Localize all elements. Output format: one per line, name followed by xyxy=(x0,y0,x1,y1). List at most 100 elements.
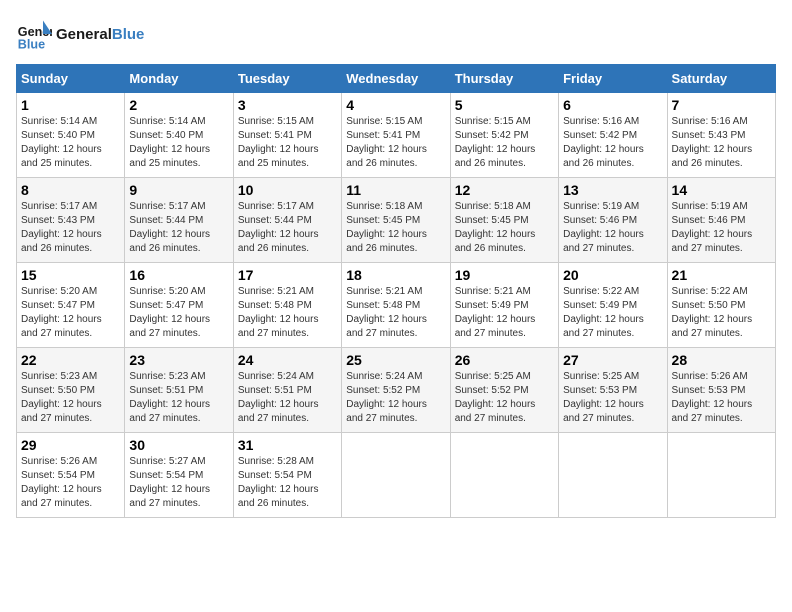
day-cell: 4 Sunrise: 5:15 AM Sunset: 5:41 PM Dayli… xyxy=(342,93,450,178)
day-number: 11 xyxy=(346,182,445,198)
day-number: 14 xyxy=(672,182,771,198)
day-cell: 1 Sunrise: 5:14 AM Sunset: 5:40 PM Dayli… xyxy=(17,93,125,178)
day-cell: 3 Sunrise: 5:15 AM Sunset: 5:41 PM Dayli… xyxy=(233,93,341,178)
day-info: Sunrise: 5:19 AM Sunset: 5:46 PM Dayligh… xyxy=(563,200,662,256)
day-info: Sunrise: 5:26 AM Sunset: 5:53 PM Dayligh… xyxy=(672,370,771,426)
day-info: Sunrise: 5:21 AM Sunset: 5:49 PM Dayligh… xyxy=(455,285,554,341)
day-info: Sunrise: 5:21 AM Sunset: 5:48 PM Dayligh… xyxy=(238,285,337,341)
day-number: 24 xyxy=(238,352,337,368)
week-row-4: 22 Sunrise: 5:23 AM Sunset: 5:50 PM Dayl… xyxy=(17,348,776,433)
day-number: 1 xyxy=(21,97,120,113)
day-info: Sunrise: 5:23 AM Sunset: 5:50 PM Dayligh… xyxy=(21,370,120,426)
day-info: Sunrise: 5:14 AM Sunset: 5:40 PM Dayligh… xyxy=(129,115,228,171)
day-number: 13 xyxy=(563,182,662,198)
day-cell: 13 Sunrise: 5:19 AM Sunset: 5:46 PM Dayl… xyxy=(559,178,667,263)
day-cell xyxy=(667,433,775,518)
day-number: 8 xyxy=(21,182,120,198)
week-row-1: 1 Sunrise: 5:14 AM Sunset: 5:40 PM Dayli… xyxy=(17,93,776,178)
day-number: 20 xyxy=(563,267,662,283)
day-number: 9 xyxy=(129,182,228,198)
day-cell: 25 Sunrise: 5:24 AM Sunset: 5:52 PM Dayl… xyxy=(342,348,450,433)
day-number: 5 xyxy=(455,97,554,113)
weekday-header-friday: Friday xyxy=(559,65,667,93)
day-info: Sunrise: 5:17 AM Sunset: 5:43 PM Dayligh… xyxy=(21,200,120,256)
day-number: 7 xyxy=(672,97,771,113)
day-info: Sunrise: 5:16 AM Sunset: 5:42 PM Dayligh… xyxy=(563,115,662,171)
day-cell: 27 Sunrise: 5:25 AM Sunset: 5:53 PM Dayl… xyxy=(559,348,667,433)
day-number: 29 xyxy=(21,437,120,453)
day-info: Sunrise: 5:16 AM Sunset: 5:43 PM Dayligh… xyxy=(672,115,771,171)
day-cell: 15 Sunrise: 5:20 AM Sunset: 5:47 PM Dayl… xyxy=(17,263,125,348)
day-info: Sunrise: 5:14 AM Sunset: 5:40 PM Dayligh… xyxy=(21,115,120,171)
day-info: Sunrise: 5:18 AM Sunset: 5:45 PM Dayligh… xyxy=(346,200,445,256)
day-info: Sunrise: 5:22 AM Sunset: 5:49 PM Dayligh… xyxy=(563,285,662,341)
day-cell: 26 Sunrise: 5:25 AM Sunset: 5:52 PM Dayl… xyxy=(450,348,558,433)
day-cell: 8 Sunrise: 5:17 AM Sunset: 5:43 PM Dayli… xyxy=(17,178,125,263)
day-cell xyxy=(342,433,450,518)
day-number: 26 xyxy=(455,352,554,368)
day-cell: 21 Sunrise: 5:22 AM Sunset: 5:50 PM Dayl… xyxy=(667,263,775,348)
day-number: 16 xyxy=(129,267,228,283)
day-cell: 20 Sunrise: 5:22 AM Sunset: 5:49 PM Dayl… xyxy=(559,263,667,348)
day-cell: 19 Sunrise: 5:21 AM Sunset: 5:49 PM Dayl… xyxy=(450,263,558,348)
day-number: 30 xyxy=(129,437,228,453)
day-info: Sunrise: 5:24 AM Sunset: 5:52 PM Dayligh… xyxy=(346,370,445,426)
day-cell: 22 Sunrise: 5:23 AM Sunset: 5:50 PM Dayl… xyxy=(17,348,125,433)
day-cell: 31 Sunrise: 5:28 AM Sunset: 5:54 PM Dayl… xyxy=(233,433,341,518)
calendar-body: 1 Sunrise: 5:14 AM Sunset: 5:40 PM Dayli… xyxy=(17,93,776,518)
day-info: Sunrise: 5:22 AM Sunset: 5:50 PM Dayligh… xyxy=(672,285,771,341)
day-info: Sunrise: 5:24 AM Sunset: 5:51 PM Dayligh… xyxy=(238,370,337,426)
day-cell: 16 Sunrise: 5:20 AM Sunset: 5:47 PM Dayl… xyxy=(125,263,233,348)
weekday-header-saturday: Saturday xyxy=(667,65,775,93)
day-info: Sunrise: 5:18 AM Sunset: 5:45 PM Dayligh… xyxy=(455,200,554,256)
day-cell: 30 Sunrise: 5:27 AM Sunset: 5:54 PM Dayl… xyxy=(125,433,233,518)
day-cell: 11 Sunrise: 5:18 AM Sunset: 5:45 PM Dayl… xyxy=(342,178,450,263)
day-number: 23 xyxy=(129,352,228,368)
day-number: 27 xyxy=(563,352,662,368)
day-cell: 6 Sunrise: 5:16 AM Sunset: 5:42 PM Dayli… xyxy=(559,93,667,178)
weekday-header-monday: Monday xyxy=(125,65,233,93)
day-cell xyxy=(450,433,558,518)
day-number: 19 xyxy=(455,267,554,283)
day-cell: 12 Sunrise: 5:18 AM Sunset: 5:45 PM Dayl… xyxy=(450,178,558,263)
weekday-header-thursday: Thursday xyxy=(450,65,558,93)
day-info: Sunrise: 5:17 AM Sunset: 5:44 PM Dayligh… xyxy=(238,200,337,256)
day-info: Sunrise: 5:15 AM Sunset: 5:41 PM Dayligh… xyxy=(346,115,445,171)
day-cell: 29 Sunrise: 5:26 AM Sunset: 5:54 PM Dayl… xyxy=(17,433,125,518)
day-number: 21 xyxy=(672,267,771,283)
day-cell: 2 Sunrise: 5:14 AM Sunset: 5:40 PM Dayli… xyxy=(125,93,233,178)
day-number: 15 xyxy=(21,267,120,283)
day-number: 22 xyxy=(21,352,120,368)
day-cell: 28 Sunrise: 5:26 AM Sunset: 5:53 PM Dayl… xyxy=(667,348,775,433)
day-info: Sunrise: 5:25 AM Sunset: 5:52 PM Dayligh… xyxy=(455,370,554,426)
day-info: Sunrise: 5:28 AM Sunset: 5:54 PM Dayligh… xyxy=(238,455,337,511)
day-number: 3 xyxy=(238,97,337,113)
weekday-header-wednesday: Wednesday xyxy=(342,65,450,93)
day-cell: 14 Sunrise: 5:19 AM Sunset: 5:46 PM Dayl… xyxy=(667,178,775,263)
week-row-5: 29 Sunrise: 5:26 AM Sunset: 5:54 PM Dayl… xyxy=(17,433,776,518)
day-info: Sunrise: 5:20 AM Sunset: 5:47 PM Dayligh… xyxy=(129,285,228,341)
day-number: 17 xyxy=(238,267,337,283)
day-number: 28 xyxy=(672,352,771,368)
day-number: 31 xyxy=(238,437,337,453)
day-cell: 5 Sunrise: 5:15 AM Sunset: 5:42 PM Dayli… xyxy=(450,93,558,178)
day-cell: 7 Sunrise: 5:16 AM Sunset: 5:43 PM Dayli… xyxy=(667,93,775,178)
day-info: Sunrise: 5:21 AM Sunset: 5:48 PM Dayligh… xyxy=(346,285,445,341)
day-number: 18 xyxy=(346,267,445,283)
week-row-3: 15 Sunrise: 5:20 AM Sunset: 5:47 PM Dayl… xyxy=(17,263,776,348)
day-info: Sunrise: 5:17 AM Sunset: 5:44 PM Dayligh… xyxy=(129,200,228,256)
svg-text:Blue: Blue xyxy=(18,37,45,51)
day-cell: 18 Sunrise: 5:21 AM Sunset: 5:48 PM Dayl… xyxy=(342,263,450,348)
day-number: 2 xyxy=(129,97,228,113)
day-info: Sunrise: 5:27 AM Sunset: 5:54 PM Dayligh… xyxy=(129,455,228,511)
day-cell: 17 Sunrise: 5:21 AM Sunset: 5:48 PM Dayl… xyxy=(233,263,341,348)
day-number: 6 xyxy=(563,97,662,113)
logo: General Blue GeneralBlue xyxy=(16,16,144,52)
day-info: Sunrise: 5:19 AM Sunset: 5:46 PM Dayligh… xyxy=(672,200,771,256)
day-info: Sunrise: 5:26 AM Sunset: 5:54 PM Dayligh… xyxy=(21,455,120,511)
day-info: Sunrise: 5:15 AM Sunset: 5:41 PM Dayligh… xyxy=(238,115,337,171)
day-number: 10 xyxy=(238,182,337,198)
day-cell: 10 Sunrise: 5:17 AM Sunset: 5:44 PM Dayl… xyxy=(233,178,341,263)
header: General Blue GeneralBlue xyxy=(16,16,776,52)
week-row-2: 8 Sunrise: 5:17 AM Sunset: 5:43 PM Dayli… xyxy=(17,178,776,263)
